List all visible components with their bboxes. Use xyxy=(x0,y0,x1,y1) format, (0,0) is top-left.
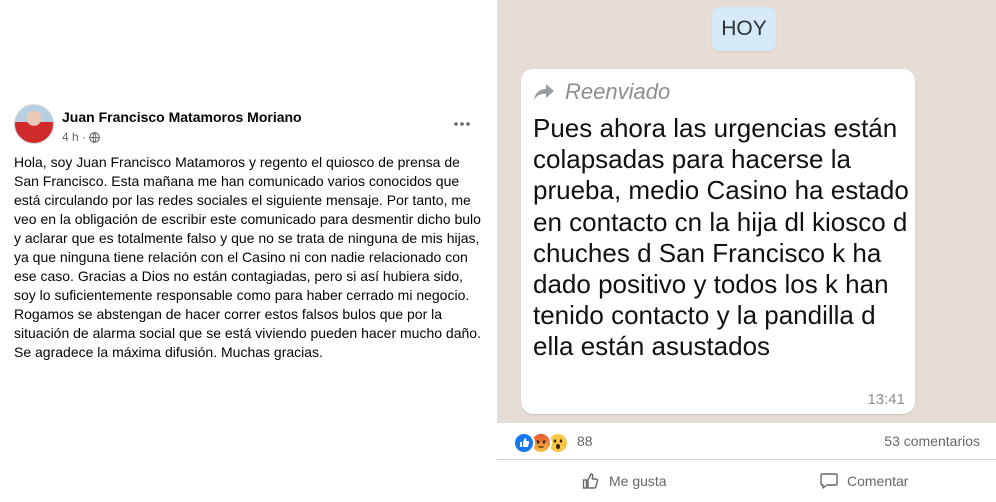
like-reaction-icon xyxy=(513,432,535,454)
message-text: Pues ahora las urgencias están colapsada… xyxy=(533,113,909,362)
forwarded-indicator: Reenviado xyxy=(533,79,670,105)
date-chip: HOY xyxy=(712,7,776,51)
post-actions: Me gusta Comentar xyxy=(497,461,996,502)
post-time[interactable]: 4 h xyxy=(62,130,79,144)
meta-separator: · xyxy=(81,130,86,144)
post-meta: 4 h · xyxy=(62,130,100,144)
globe-icon xyxy=(88,131,100,143)
reaction-icons[interactable] xyxy=(513,432,569,454)
post-paragraph: Se agradece la máxima difusión. Muchas g… xyxy=(14,344,323,360)
comment-label: Comentar xyxy=(847,473,909,489)
shared-chat-image[interactable]: HOY Reenviado Pues ahora las urgencias e… xyxy=(497,0,996,423)
comment-button[interactable]: Comentar xyxy=(819,468,908,494)
thumbs-up-icon xyxy=(581,471,601,491)
message-bubble: Reenviado Pues ahora las urgencias están… xyxy=(521,69,915,414)
post-text: Hola, soy Juan Francisco Matamoros y reg… xyxy=(14,153,484,362)
post: Juan Francisco Matamoros Moriano 4 h · H… xyxy=(0,0,496,502)
avatar[interactable] xyxy=(14,104,54,144)
like-button[interactable]: Me gusta xyxy=(581,468,667,494)
post-paragraph: Rogamos se abstengan de hacer correr est… xyxy=(14,306,481,341)
like-label: Me gusta xyxy=(609,473,667,489)
more-options-icon[interactable] xyxy=(452,114,472,134)
comment-icon xyxy=(819,471,839,491)
post-header: Juan Francisco Matamoros Moriano 4 h · xyxy=(14,104,484,148)
forward-arrow-icon xyxy=(533,83,555,101)
author-name[interactable]: Juan Francisco Matamoros Moriano xyxy=(62,109,302,125)
post-paragraph: Hola, soy Juan Francisco Matamoros y reg… xyxy=(14,154,481,303)
reactions-summary: 88 53 comentarios xyxy=(497,423,996,460)
comments-count[interactable]: 53 comentarios xyxy=(884,433,980,449)
message-time: 13:41 xyxy=(867,391,905,408)
reaction-count[interactable]: 88 xyxy=(577,433,593,449)
forwarded-label: Reenviado xyxy=(565,79,671,104)
